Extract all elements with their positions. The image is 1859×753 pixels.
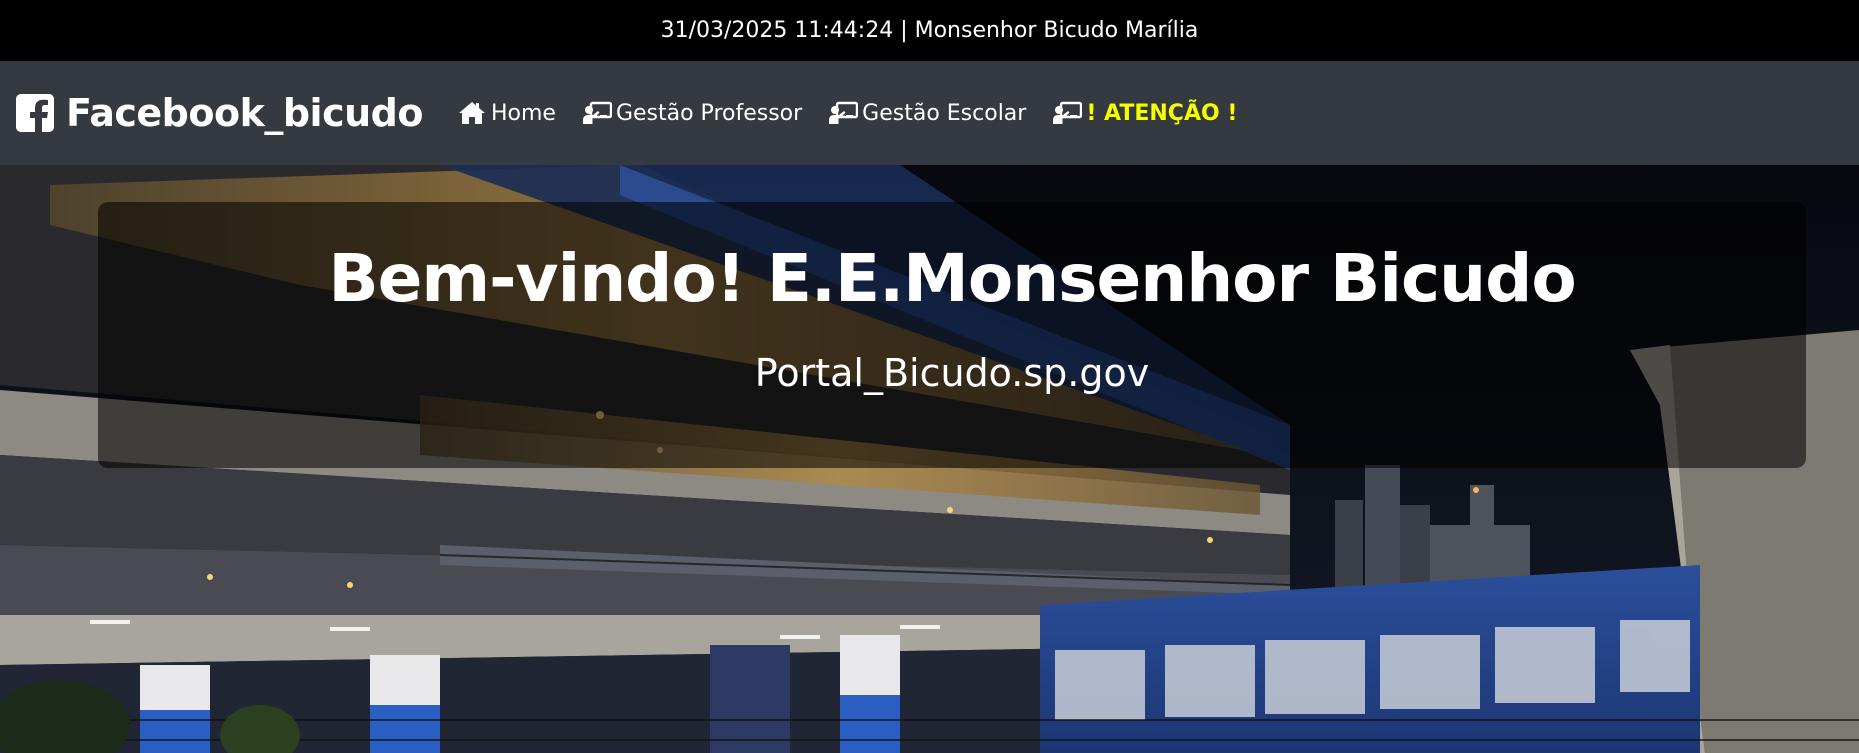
nav-link-gestao-professor-label: Gestão Professor: [615, 100, 803, 126]
nav-link-atencao[interactable]: ! ATENÇÃO !: [1052, 100, 1237, 126]
home-icon: [457, 100, 487, 126]
chalkboard-teacher-icon: [1052, 100, 1083, 126]
main-navbar: Facebook_bicudo Home Gestão Professor Ge…: [0, 61, 1859, 165]
hero-title: Bem-vindo! E.E.Monsenhor Bicudo: [328, 240, 1576, 317]
hero-subtitle: Portal_Bicudo.sp.gov: [754, 351, 1150, 395]
nav-link-gestao-escolar[interactable]: Gestão Escolar: [828, 100, 1026, 126]
nav-link-home-label: Home: [490, 100, 556, 126]
nav-link-gestao-escolar-label: Gestão Escolar: [862, 100, 1027, 126]
chalkboard-teacher-icon: [582, 100, 612, 126]
datetime-location-bar: 31/03/2025 11:44:24 | Monsenhor Bicudo M…: [0, 0, 1859, 61]
chalkboard-teacher-icon: [828, 100, 859, 126]
nav-link-home[interactable]: Home: [457, 100, 556, 126]
brand-name: Facebook_bicudo: [66, 91, 423, 135]
hero-section: Bem-vindo! E.E.Monsenhor Bicudo Portal_B…: [0, 165, 1859, 753]
nav-link-gestao-professor[interactable]: Gestão Professor: [582, 100, 802, 126]
brand-link[interactable]: Facebook_bicudo: [16, 91, 423, 135]
nav-link-atencao-label: ! ATENÇÃO !: [1086, 100, 1238, 126]
hero-welcome-panel: Bem-vindo! E.E.Monsenhor Bicudo Portal_B…: [98, 202, 1806, 468]
datetime-location-text: 31/03/2025 11:44:24 | Monsenhor Bicudo M…: [660, 18, 1199, 43]
facebook-square-icon: [16, 94, 54, 132]
